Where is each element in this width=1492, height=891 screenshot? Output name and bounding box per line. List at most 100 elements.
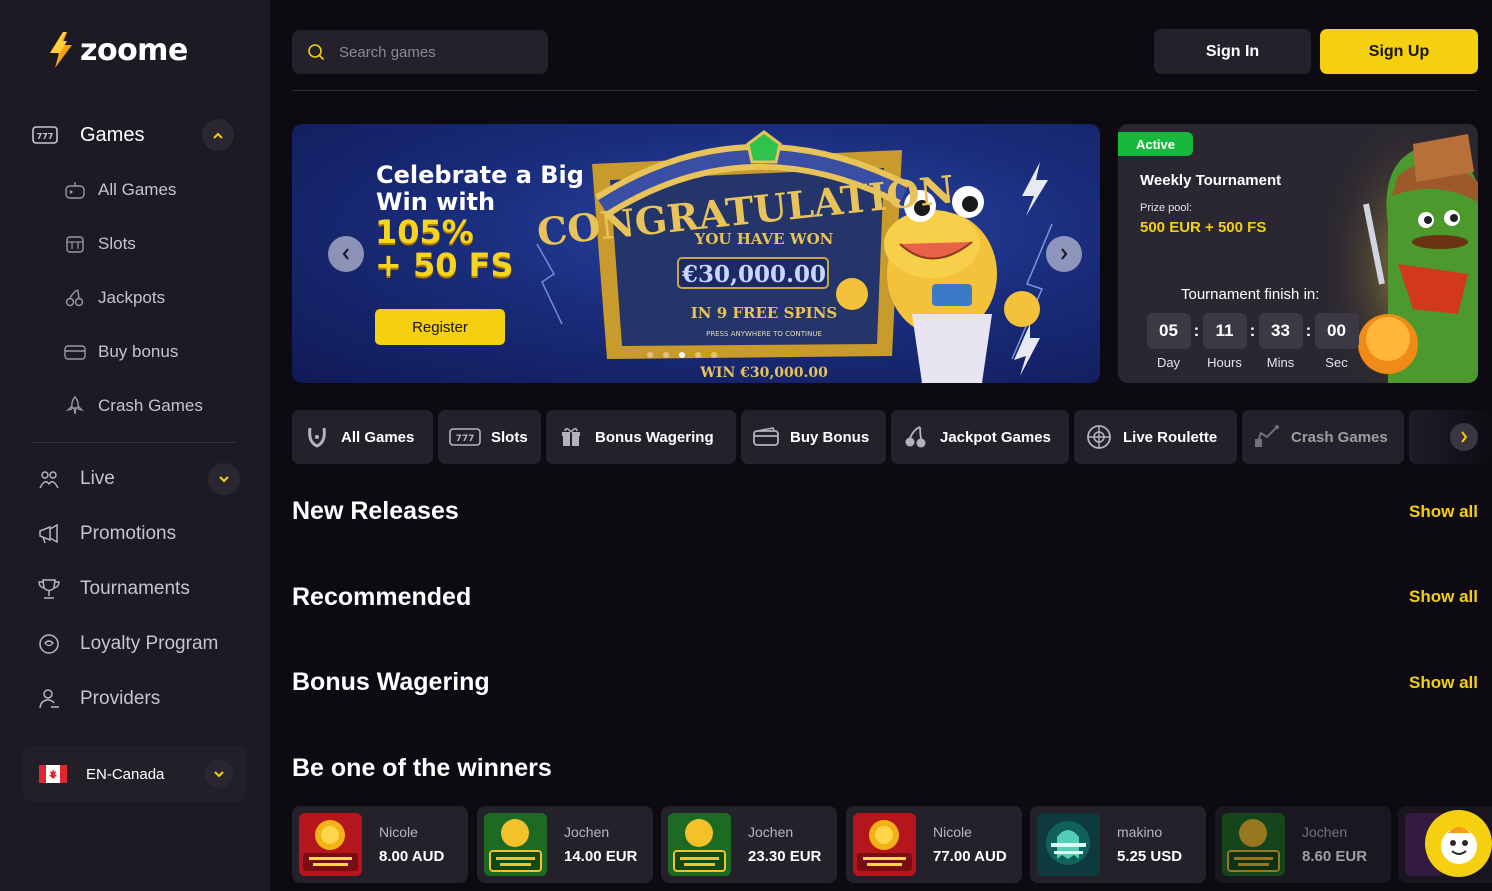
winner-name: Nicole	[379, 824, 418, 840]
timer-mins: 33 Mins	[1258, 313, 1303, 370]
search-placeholder: Search games	[339, 43, 436, 61]
tournament-card[interactable]: Active Weekly Tournament Prize pool: 500…	[1118, 124, 1478, 383]
sidebar-item-providers[interactable]: Providers	[36, 679, 240, 719]
banner-art-you-have-won: YOU HAVE WON	[694, 230, 834, 248]
sign-in-button[interactable]: Sign In	[1154, 29, 1311, 74]
winner-amount: 5.25 USD	[1117, 848, 1183, 865]
timer-separator: :	[1305, 321, 1312, 340]
chevron-up-icon[interactable]	[202, 119, 234, 151]
slots-777-icon: 777	[449, 423, 481, 451]
category-label: Buy Bonus	[790, 428, 870, 446]
timer-caption: Mins	[1266, 355, 1295, 370]
chevron-right-icon[interactable]	[1450, 423, 1478, 451]
winner-card[interactable]: Nicole 8.00 AUD	[292, 806, 468, 883]
winner-info: Jochen 23.30 EUR	[748, 824, 821, 865]
banner-next-arrow-icon[interactable]	[1046, 236, 1082, 272]
sidebar-item-crash-games[interactable]: Crash Games	[64, 386, 234, 426]
sidebar-item-label: Games	[80, 123, 145, 146]
timer-value: 00	[1314, 313, 1359, 349]
banner-promo-line1: 105%	[375, 213, 474, 251]
sidebar-item-tournaments[interactable]: Tournaments	[36, 569, 240, 609]
sidebar-item-live[interactable]: Live	[36, 459, 240, 499]
pagination-dot-active[interactable]	[679, 352, 685, 358]
banner-promo: 105% + 50 FS	[375, 216, 595, 282]
winner-name: Jochen	[1302, 824, 1348, 840]
section-title-bonus-wagering: Bonus Wagering	[292, 668, 490, 696]
timer-value: 33	[1258, 313, 1303, 349]
pagination-dot[interactable]	[711, 352, 717, 358]
loyalty-icon	[36, 633, 62, 655]
gamepad-icon	[64, 179, 86, 201]
gift-icon	[557, 423, 585, 451]
banner-prev-arrow-icon[interactable]	[328, 236, 364, 272]
provider-icon	[36, 688, 62, 710]
show-all-link[interactable]: Show all	[1409, 502, 1478, 522]
sidebar-item-games[interactable]: 777 Games	[32, 112, 236, 158]
pagination-dot[interactable]	[647, 352, 653, 358]
winner-amount: 14.00 EUR	[564, 848, 638, 865]
chevron-down-icon[interactable]	[208, 463, 240, 495]
sidebar-item-label: Promotions	[80, 523, 177, 544]
category-label: Live Roulette	[1123, 428, 1218, 446]
winner-info: makino 5.25 USD	[1117, 824, 1182, 865]
register-button[interactable]: Register	[375, 309, 505, 345]
category-jackpot-games[interactable]: Jackpot Games	[891, 410, 1069, 464]
sidebar-item-jackpots[interactable]: Jackpots	[64, 278, 234, 318]
zoome-logo[interactable]: zoome	[46, 28, 188, 72]
sidebar-item-all-games[interactable]: All Games	[64, 170, 234, 210]
timer-separator: :	[1193, 321, 1200, 340]
sidebar-item-label: Slots	[98, 234, 136, 253]
cherries-icon	[64, 287, 86, 309]
sidebar-item-slots[interactable]: Slots	[64, 224, 234, 264]
winner-info: Nicole 8.00 AUD	[379, 824, 444, 865]
language-selector[interactable]: EN-Canada	[22, 746, 247, 802]
sidebar: zoome 777 Games All Games Slots Jackpots…	[0, 0, 270, 891]
tournament-title: Weekly Tournament	[1140, 172, 1282, 189]
promo-banner[interactable]: CONGRATULATION YOU HAVE WON €30,000.00 I…	[292, 124, 1100, 383]
winner-card[interactable]: makino 5.25 USD	[1030, 806, 1206, 883]
game-thumbnail-cashn-fruits	[853, 813, 916, 876]
winner-card[interactable]: Jochen 23.30 EUR	[661, 806, 837, 883]
pagination-dot[interactable]	[663, 352, 669, 358]
wallet-icon	[752, 423, 780, 451]
search-icon	[306, 42, 326, 62]
game-thumbnail-fruit-million	[1222, 813, 1285, 876]
category-label: Jackpot Games	[940, 428, 1051, 446]
timer-caption: Sec	[1325, 355, 1348, 370]
category-bonus-wagering[interactable]: Bonus Wagering	[546, 410, 736, 464]
sidebar-item-buy-bonus[interactable]: Buy bonus	[64, 332, 234, 372]
show-all-link[interactable]: Show all	[1409, 587, 1478, 607]
timer-secs: 00 Sec	[1314, 313, 1359, 370]
category-all-games[interactable]: All Games	[292, 410, 433, 464]
sidebar-item-promotions[interactable]: Promotions	[36, 514, 240, 554]
winner-card[interactable]: Jochen 14.00 EUR	[477, 806, 653, 883]
winner-amount: 8.60 EUR	[1302, 848, 1368, 865]
winner-amount: 77.00 AUD	[933, 848, 1007, 865]
sidebar-divider	[32, 442, 236, 443]
category-label: Crash Games	[1291, 428, 1388, 446]
show-all-link[interactable]: Show all	[1409, 673, 1478, 693]
sidebar-item-loyalty-program[interactable]: Loyalty Program	[36, 624, 240, 664]
category-label: All Games	[341, 428, 415, 446]
chevron-down-icon[interactable]	[205, 760, 233, 788]
crash-icon	[1253, 423, 1281, 451]
winner-card[interactable]: Nicole 77.00 AUD	[846, 806, 1022, 883]
prize-pool-value: 500 EUR + 500 FS	[1140, 219, 1267, 236]
sign-up-button[interactable]: Sign Up	[1320, 29, 1478, 74]
lightning-bolt-icon	[50, 32, 72, 68]
sidebar-item-label: Tournaments	[80, 578, 190, 599]
category-crash-games[interactable]: Crash Games	[1242, 410, 1404, 464]
brand-name: zoome	[80, 32, 188, 68]
language-label: EN-Canada	[86, 765, 165, 783]
search-input[interactable]: Search games	[292, 30, 548, 74]
support-chat-icon[interactable]	[1425, 810, 1492, 877]
banner-art-amount: €30,000.00	[681, 261, 826, 288]
winner-name: Jochen	[564, 824, 610, 840]
category-buy-bonus[interactable]: Buy Bonus	[741, 410, 886, 464]
sidebar-item-label: Loyalty Program	[80, 633, 219, 654]
category-slots[interactable]: 777 Slots	[438, 410, 541, 464]
category-live-roulette[interactable]: Live Roulette	[1074, 410, 1237, 464]
pagination-dot[interactable]	[695, 352, 701, 358]
winner-card[interactable]: Jochen 8.60 EUR	[1215, 806, 1391, 883]
header-divider	[292, 90, 1478, 91]
